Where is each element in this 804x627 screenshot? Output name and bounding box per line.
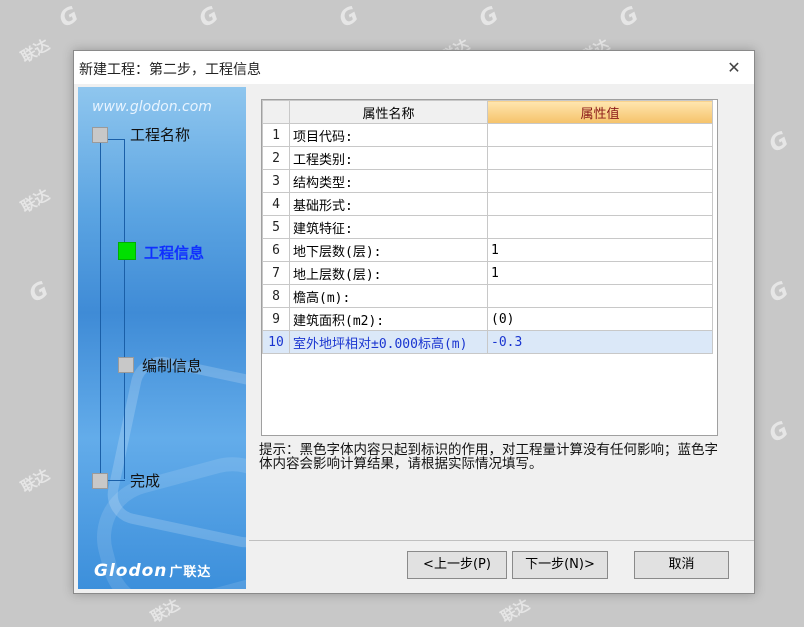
logo-text-cn: 广联达 bbox=[169, 565, 212, 580]
hint-text: 提示：黑色字体内容只起到标识的作用，对工程量计算没有任何影响；蓝色字体内容会影响… bbox=[259, 442, 718, 472]
property-name: 基础形式: bbox=[289, 192, 488, 216]
step-label-project-name: 工程名称 bbox=[130, 126, 191, 144]
new-project-dialog: 新建工程：第二步，工程信息 ✕ www.glodon.com 工程名称 工程信息… bbox=[73, 50, 755, 594]
cancel-button[interactable]: 取消 bbox=[634, 551, 729, 579]
table-row[interactable]: 3 结构类型: bbox=[262, 169, 713, 193]
watermark-logo: G bbox=[334, 2, 364, 33]
property-name: 工程类别: bbox=[289, 146, 488, 170]
wizard-sidebar: www.glodon.com 工程名称 工程信息 编制信息 完成 Glodon 广… bbox=[78, 87, 246, 589]
row-number: 3 bbox=[262, 169, 290, 193]
column-header-property-name[interactable]: 属性名称 bbox=[289, 100, 488, 124]
table-row[interactable]: 4 基础形式: bbox=[262, 192, 713, 216]
property-value-cell[interactable] bbox=[487, 169, 713, 193]
step-connector-line bbox=[124, 139, 125, 479]
row-number: 8 bbox=[262, 284, 290, 308]
watermark-text: 联达 bbox=[497, 595, 533, 627]
table-row[interactable]: 7 地上层数(层): 1 bbox=[262, 261, 713, 285]
row-number: 10 bbox=[262, 330, 290, 354]
close-button[interactable]: ✕ bbox=[714, 51, 754, 84]
property-value-cell[interactable] bbox=[487, 123, 713, 147]
property-name: 地下层数(层): bbox=[289, 238, 488, 262]
watermark-logo: G bbox=[194, 2, 224, 33]
property-name: 檐高(m): bbox=[289, 284, 488, 308]
row-number: 6 bbox=[262, 238, 290, 262]
watermark-logo: G bbox=[54, 2, 84, 33]
table-row[interactable]: 5 建筑特征: bbox=[262, 215, 713, 239]
table-row[interactable]: 6 地下层数(层): 1 bbox=[262, 238, 713, 262]
row-number: 5 bbox=[262, 215, 290, 239]
property-value-cell[interactable]: -0.3 bbox=[487, 330, 713, 354]
step-marker-done bbox=[92, 127, 108, 143]
property-value-cell[interactable] bbox=[487, 284, 713, 308]
row-number-header bbox=[262, 100, 290, 124]
table-row[interactable]: 2 工程类别: bbox=[262, 146, 713, 170]
table-row[interactable]: 1 项目代码: bbox=[262, 123, 713, 147]
next-step-button[interactable]: 下一步(N)> bbox=[512, 551, 608, 579]
property-value-cell[interactable] bbox=[487, 192, 713, 216]
watermark-logo: G bbox=[764, 127, 794, 158]
row-number: 2 bbox=[262, 146, 290, 170]
watermark-logo: G bbox=[474, 2, 504, 33]
watermark-logo: G bbox=[764, 277, 794, 308]
property-table: 属性名称 属性值 1 项目代码: 2 工程类别: 3 结构类型: 4 基础形式: bbox=[262, 100, 713, 354]
row-number: 9 bbox=[262, 307, 290, 331]
watermark-text: 联达 bbox=[17, 185, 53, 217]
property-grid: 属性名称 属性值 1 项目代码: 2 工程类别: 3 结构类型: 4 基础形式: bbox=[261, 99, 718, 436]
watermark-text: 联达 bbox=[17, 35, 53, 67]
property-name: 室外地坪相对±0.000标高(m) bbox=[289, 330, 488, 354]
table-row[interactable]: 8 檐高(m): bbox=[262, 284, 713, 308]
watermark-text: 联达 bbox=[17, 465, 53, 497]
step-label-compile-info: 编制信息 bbox=[142, 357, 203, 375]
table-row-selected[interactable]: 10 室外地坪相对±0.000标高(m) -0.3 bbox=[262, 330, 713, 354]
button-separator bbox=[249, 540, 754, 541]
property-name: 建筑面积(m2): bbox=[289, 307, 488, 331]
property-name: 地上层数(层): bbox=[289, 261, 488, 285]
property-name: 建筑特征: bbox=[289, 215, 488, 239]
step-label-finish: 完成 bbox=[130, 472, 161, 490]
watermark-logo: G bbox=[614, 2, 644, 33]
property-value-cell[interactable]: 1 bbox=[487, 261, 713, 285]
property-value-cell[interactable]: (0) bbox=[487, 307, 713, 331]
watermark-logo: G bbox=[764, 417, 794, 448]
website-label: www.glodon.com bbox=[92, 99, 212, 115]
title-bar[interactable]: 新建工程：第二步，工程信息 ✕ bbox=[74, 51, 754, 84]
column-header-property-value[interactable]: 属性值 bbox=[487, 100, 713, 124]
step-marker-pending bbox=[92, 473, 108, 489]
row-number: 7 bbox=[262, 261, 290, 285]
glodon-logo: Glodon 广联达 bbox=[94, 561, 211, 581]
step-connector-line bbox=[100, 139, 101, 480]
dialog-title: 新建工程：第二步，工程信息 bbox=[79, 62, 261, 78]
row-number: 1 bbox=[262, 123, 290, 147]
property-name: 项目代码: bbox=[289, 123, 488, 147]
property-value-cell[interactable] bbox=[487, 146, 713, 170]
step-label-project-info: 工程信息 bbox=[144, 244, 205, 262]
step-marker-pending bbox=[118, 357, 134, 373]
table-header-row: 属性名称 属性值 bbox=[262, 100, 713, 124]
watermark-text: 联达 bbox=[147, 595, 183, 627]
property-value-cell[interactable] bbox=[487, 215, 713, 239]
logo-text: Glodon bbox=[94, 561, 168, 581]
table-row[interactable]: 9 建筑面积(m2): (0) bbox=[262, 307, 713, 331]
row-number: 4 bbox=[262, 192, 290, 216]
watermark-logo: G bbox=[24, 277, 54, 308]
prev-step-button[interactable]: <上一步(P) bbox=[407, 551, 507, 579]
property-name: 结构类型: bbox=[289, 169, 488, 193]
step-marker-active bbox=[118, 242, 136, 260]
property-value-cell[interactable]: 1 bbox=[487, 238, 713, 262]
